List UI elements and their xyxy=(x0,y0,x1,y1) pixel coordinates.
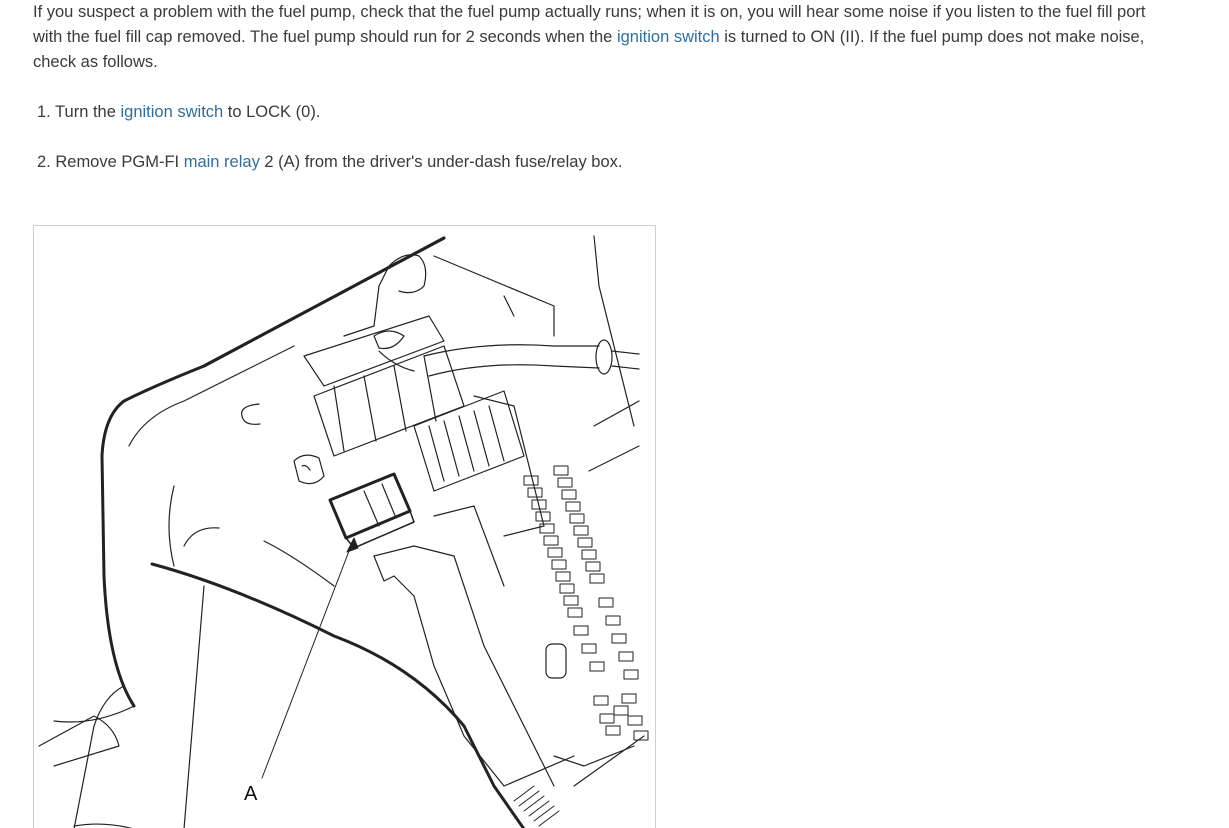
intro-text: with the fuel fill cap removed. The fuel… xyxy=(33,28,617,46)
step-number: 1. xyxy=(37,103,51,121)
intro-line-1: If you suspect a problem with the fuel p… xyxy=(33,3,1146,21)
step-text: to LOCK (0). xyxy=(223,103,321,121)
step-text: Remove PGM-FI xyxy=(50,153,184,171)
article-body: If you suspect a problem with the fuel p… xyxy=(33,0,1229,171)
step-1: 1. Turn the ignition switch to LOCK (0). xyxy=(37,101,320,123)
intro-line-3: check as follows. xyxy=(33,53,158,71)
main-relay-link[interactable]: main relay xyxy=(184,153,260,171)
intro-text: is turned to ON (II). If the fuel pump d… xyxy=(719,28,1145,46)
ignition-switch-link[interactable]: ignition switch xyxy=(120,103,223,121)
callout-label-a: A xyxy=(244,783,258,805)
step-number: 2. xyxy=(37,153,51,171)
step-text: Turn the xyxy=(50,103,121,121)
step-text: 2 (A) from the driver's under-dash fuse/… xyxy=(259,153,623,171)
intro-line-2: with the fuel fill cap removed. The fuel… xyxy=(33,25,1229,50)
step-2: 2. Remove PGM-FI main relay 2 (A) from t… xyxy=(37,151,622,173)
fuse-box-illustration: A xyxy=(33,225,656,828)
fuse-relay-box-drawing xyxy=(38,235,649,828)
intro-paragraph: If you suspect a problem with the fuel p… xyxy=(33,0,1229,75)
ignition-switch-link[interactable]: ignition switch xyxy=(617,28,720,46)
